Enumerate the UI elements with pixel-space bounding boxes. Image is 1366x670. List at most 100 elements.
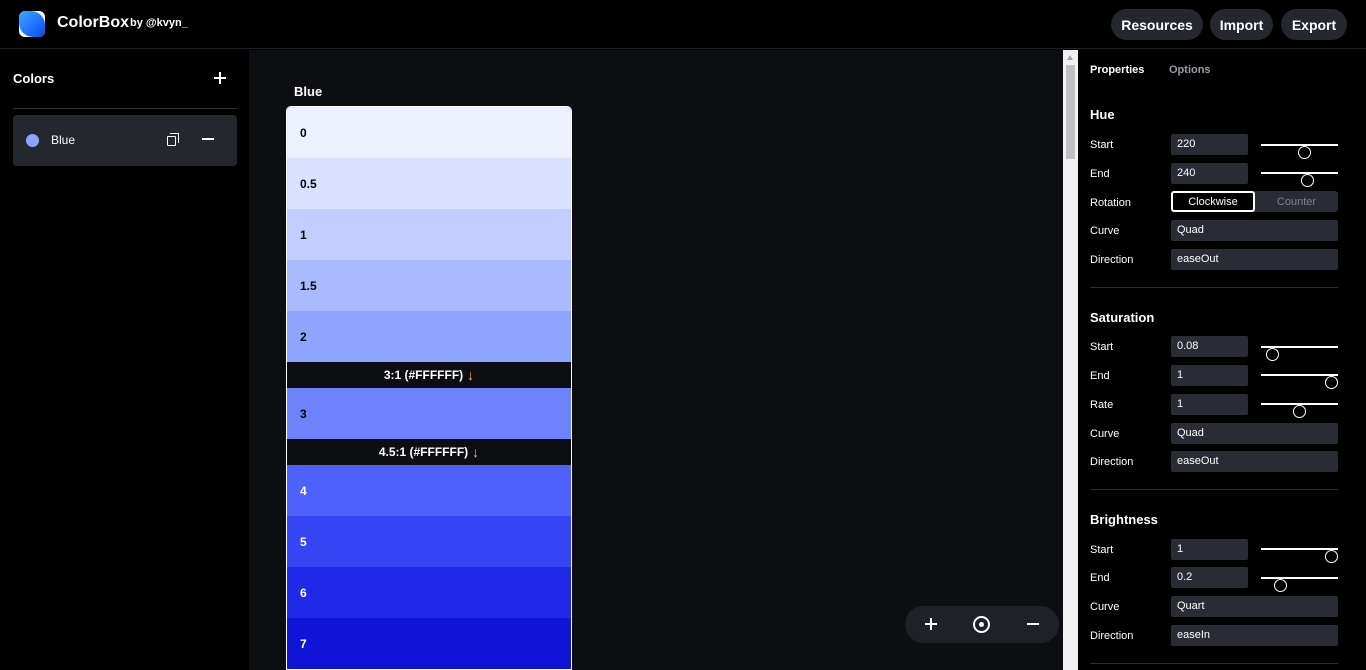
saturation-start-slider[interactable] [1261,346,1338,361]
saturation-section-title: Saturation [1090,310,1155,325]
brightness-direction-label: Direction [1090,630,1134,642]
contrast-marker-text: 4.5:1 (#FFFFFF) [378,445,469,459]
export-button[interactable]: Export [1281,9,1347,40]
hue-curve-label: Curve [1090,225,1120,237]
saturation-end-label: End [1090,370,1110,382]
hue-end-label: End [1090,168,1110,180]
rotation-toggle: Clockwise Counter [1171,191,1338,212]
brightness-end-label: End [1090,572,1110,584]
hue-start-input[interactable]: 220 [1171,134,1248,155]
slider-knob[interactable] [1298,146,1312,159]
brightness-start-input[interactable]: 1 [1171,539,1248,560]
hue-direction-label: Direction [1090,254,1134,266]
saturation-rate-slider[interactable] [1261,403,1338,418]
hue-start-slider[interactable] [1261,144,1338,159]
saturation-end-slider[interactable] [1261,374,1338,389]
duplicate-copy-icon[interactable] [167,133,179,146]
hue-direction-select[interactable]: easeOut [1171,249,1338,270]
rotation-clockwise-option[interactable]: Clockwise [1171,191,1255,212]
recenter-target-icon[interactable] [973,616,990,633]
section-divider [1090,287,1338,288]
remove-color-minus-icon[interactable] [202,138,214,140]
colors-title: Colors [13,71,55,86]
brightness-end-input[interactable]: 0.2 [1171,567,1248,588]
zoom-out-minus-icon[interactable] [1027,623,1039,625]
swatch-5[interactable]: 5 [287,516,571,567]
swatch-label: 1 [300,228,307,242]
brightness-start-slider[interactable] [1261,548,1338,563]
slider-knob[interactable] [1325,376,1338,389]
saturation-start-input[interactable]: 0.08 [1171,336,1248,357]
hue-end-slider[interactable] [1261,172,1338,187]
swatch-6[interactable]: 6 [287,567,571,618]
section-divider [1090,663,1338,664]
sidebar-divider [13,108,237,109]
palette-swatch-column: 0 0.5 1 1.5 2 3:1 (#FFFFFF) ↓ 3 4.5:1 (#… [286,106,572,670]
brightness-end-slider[interactable] [1261,577,1338,592]
contrast-marker-text: 3:1 (#FFFFFF) [383,368,464,382]
swatch-label: 5 [300,535,307,549]
swatch-label: 7 [300,637,307,651]
app-title: ColorBox [57,14,129,31]
contrast-marker-4-5-1: 4.5:1 (#FFFFFF) ↓ [287,439,571,465]
saturation-rate-label: Rate [1090,399,1114,411]
color-dot-icon [26,134,39,147]
contrast-marker-3-1: 3:1 (#FFFFFF) ↓ [287,362,571,388]
palette-canvas[interactable]: Blue 0 0.5 1 1.5 2 3:1 (#FFFFFF) ↓ 3 4.5… [249,50,1063,670]
slider-knob[interactable] [1301,174,1315,187]
app-byline[interactable]: by @kvyn_ [130,17,188,29]
slider-knob[interactable] [1325,550,1338,563]
color-list-item-blue[interactable]: Blue [13,115,237,166]
palette-title: Blue [294,84,323,99]
tab-properties[interactable]: Properties [1090,64,1144,76]
swatch-4[interactable]: 4 [287,465,571,516]
brightness-curve-select[interactable]: Quart [1171,596,1338,617]
app-header: ColorBox by @kvyn_ Resources Import Expo… [0,0,1366,49]
hue-curve-select[interactable]: Quad [1171,220,1338,241]
saturation-start-label: Start [1090,341,1114,353]
swatch-7[interactable]: 7 [287,618,571,669]
color-item-label: Blue [51,133,76,147]
swatch-label: 6 [300,586,307,600]
zoom-in-plus-icon[interactable] [925,618,937,630]
import-button[interactable]: Import [1210,9,1273,40]
hue-section-title: Hue [1090,107,1115,122]
brightness-start-label: Start [1090,544,1114,556]
tab-options[interactable]: Options [1169,64,1211,76]
saturation-direction-label: Direction [1090,456,1134,468]
brightness-direction-select[interactable]: easeIn [1171,625,1338,646]
scrollbar-thumb[interactable] [1066,65,1075,159]
scroll-up-arrow-icon[interactable] [1067,55,1073,60]
saturation-curve-label: Curve [1090,428,1120,440]
rotation-counter-option[interactable]: Counter [1255,191,1338,212]
swatch-1-5[interactable]: 1.5 [287,260,571,311]
slider-knob[interactable] [1273,579,1287,592]
saturation-curve-select[interactable]: Quad [1171,423,1338,444]
swatch-2[interactable]: 2 [287,311,571,362]
down-arrow-icon: ↓ [467,367,475,383]
swatch-label: 0.5 [300,177,317,191]
swatch-label: 2 [300,330,307,344]
saturation-end-input[interactable]: 1 [1171,365,1248,386]
brightness-section-title: Brightness [1090,512,1158,527]
swatch-0[interactable]: 0 [287,107,571,158]
saturation-rate-input[interactable]: 1 [1171,394,1248,415]
swatch-label: 1.5 [300,279,317,293]
swatch-0-5[interactable]: 0.5 [287,158,571,209]
swatch-1[interactable]: 1 [287,209,571,260]
resources-button[interactable]: Resources [1111,9,1203,40]
slider-knob[interactable] [1293,405,1306,418]
slider-knob[interactable] [1266,348,1280,361]
hue-end-input[interactable]: 240 [1171,163,1248,184]
canvas-scrollbar[interactable] [1063,50,1078,670]
down-arrow-icon: ↓ [472,444,480,460]
colorbox-logo-icon [19,11,45,37]
colors-sidebar: Colors Blue [0,50,249,670]
hue-start-label: Start [1090,139,1114,151]
swatch-3[interactable]: 3 [287,388,571,439]
swatch-label: 0 [300,126,307,140]
properties-panel: Properties Options Hue Start 220 End 240… [1078,50,1366,670]
saturation-direction-select[interactable]: easeOut [1171,451,1338,472]
add-color-plus-icon[interactable] [212,70,228,86]
brightness-curve-label: Curve [1090,601,1120,613]
